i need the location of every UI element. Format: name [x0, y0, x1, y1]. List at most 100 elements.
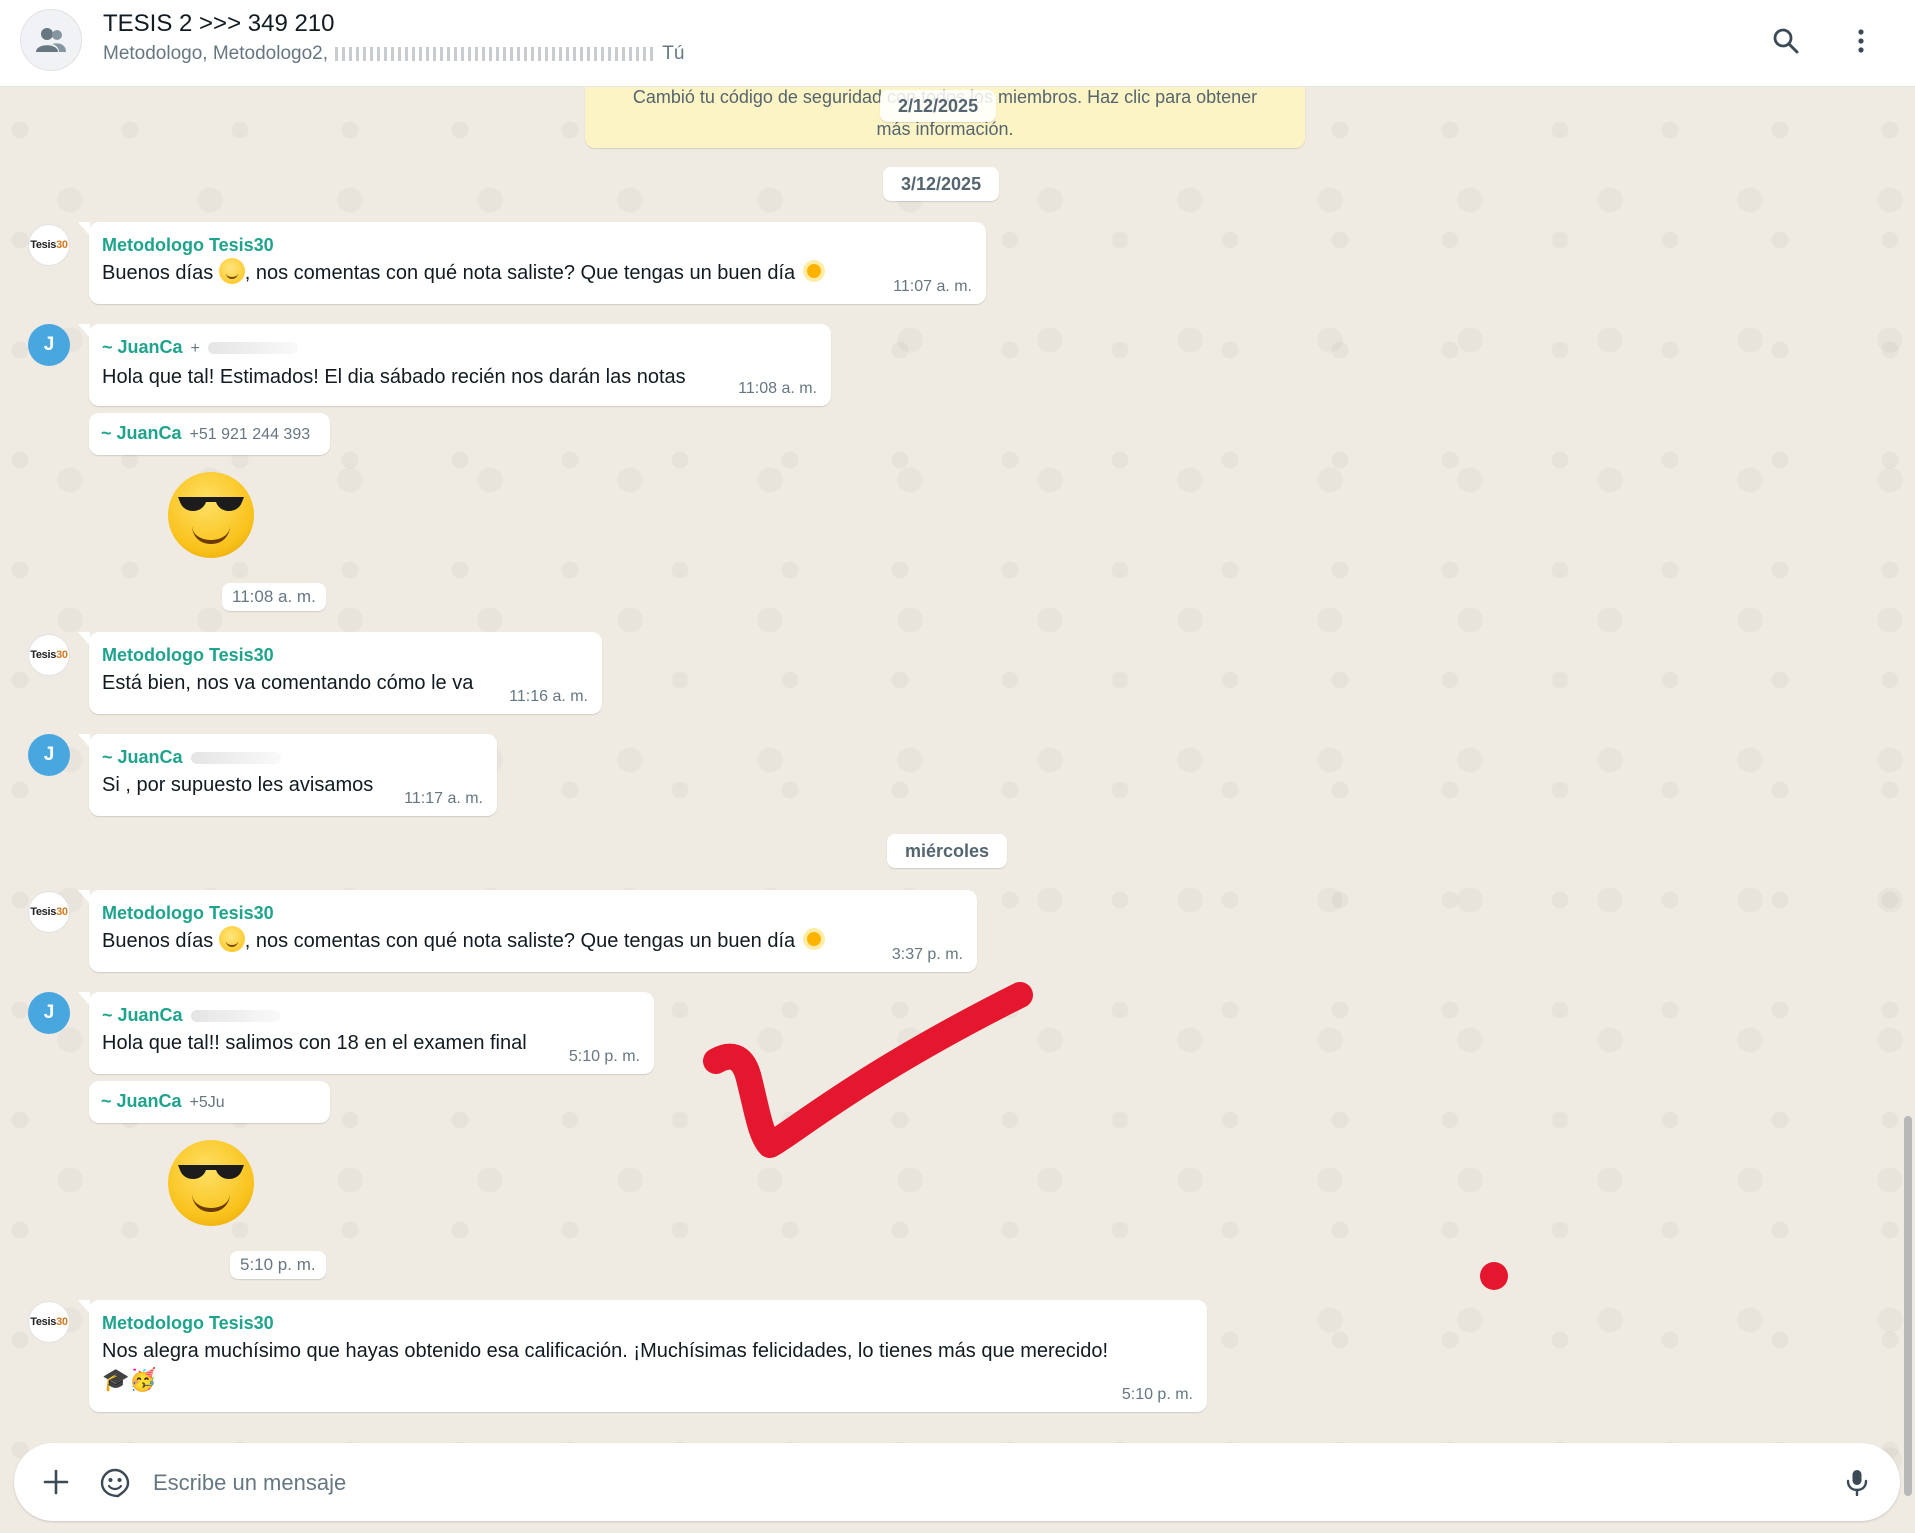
microphone-icon: [1846, 1470, 1868, 1496]
sunglasses-sticker-icon[interactable]: [168, 1140, 254, 1226]
smile-emoji-icon: [218, 926, 245, 952]
chat-participants[interactable]: Metodologo, Metodologo2, Tú: [103, 43, 684, 65]
sticker-sender-chip[interactable]: ~ JuanCa +51 921 244 393: [89, 413, 330, 455]
search-button[interactable]: [1765, 20, 1805, 60]
message-bubble[interactable]: ~ JuanCa Hola que tal!! salimos con 18 e…: [78, 992, 654, 1074]
sunglasses-icon: [178, 497, 244, 511]
more-vertical-icon: [1858, 29, 1864, 53]
group-icon: [36, 28, 66, 52]
avatar-label-accent: 30: [56, 1316, 68, 1328]
message-composer: [14, 1443, 1900, 1521]
text-part: , nos comentas con qué nota saliste? Que…: [244, 930, 801, 952]
date-separator: 3/12/2025: [883, 167, 1000, 201]
message-bubble[interactable]: Metodologo Tesis30 Nos alegra muchísimo …: [78, 1300, 1207, 1412]
message-bubble[interactable]: Metodologo Tesis30 Buenos días , nos com…: [78, 222, 986, 304]
attach-button[interactable]: [36, 1462, 76, 1502]
sun-emoji-icon: [801, 926, 827, 952]
redacted-participants: [335, 46, 656, 61]
menu-button[interactable]: [1840, 20, 1880, 60]
sender-label: ~ JuanCa: [101, 1091, 182, 1111]
redacted-phone: [190, 1010, 281, 1023]
sticker-time: 5:10 p. m.: [230, 1251, 326, 1279]
text-part: , nos comentas con qué nota saliste? Que…: [244, 262, 801, 284]
red-dot-annotation: [1480, 1262, 1508, 1290]
message-time: 11:08 a. m.: [738, 380, 817, 397]
date-separator: miércoles: [887, 834, 1008, 868]
chat-scrollbar[interactable]: [1901, 86, 1915, 1496]
sticker-time: 11:08 a. m.: [222, 583, 326, 611]
sticker-mouth: [192, 1194, 230, 1212]
juanca-avatar[interactable]: J: [28, 734, 70, 776]
redacted-phone: [207, 342, 298, 355]
sender-label: ~ JuanCa: [102, 1005, 183, 1025]
red-checkmark-annotation: [703, 982, 1033, 1158]
sender-label: ~ JuanCa: [102, 337, 183, 357]
sticker-button[interactable]: [94, 1462, 134, 1502]
avatar-label: Tesis: [30, 239, 57, 251]
message-bubble[interactable]: Metodologo Tesis30 Está bien, nos va com…: [78, 632, 602, 714]
sticker-sender-chip[interactable]: ~ JuanCa +5Ju: [89, 1081, 330, 1123]
message-bubble[interactable]: Metodologo Tesis30 Buenos días , nos com…: [78, 890, 977, 972]
tesis30-avatar[interactable]: Tesis30: [28, 1301, 70, 1343]
sender-phone: +5Ju: [189, 1094, 225, 1111]
avatar-label-accent: 30: [56, 239, 68, 251]
sender-name[interactable]: ~ JuanCa: [102, 744, 483, 770]
search-icon: [1773, 28, 1799, 54]
message-emoji-line: 🎓🥳: [102, 1367, 157, 1392]
sun-emoji-icon: [801, 258, 827, 284]
participants-prefix: Metodologo, Metodologo2,: [103, 43, 328, 64]
juanca-avatar[interactable]: J: [28, 992, 70, 1034]
smile-emoji-icon: [218, 258, 245, 284]
message-text: Nos alegra muchísimo que hayas obtenido …: [102, 1340, 1109, 1362]
sender-name[interactable]: ~ JuanCa +51 921 244 393: [101, 420, 318, 448]
sender-name[interactable]: Metodologo Tesis30: [102, 232, 972, 258]
message-text: Buenos días , nos comentas con qué nota …: [102, 258, 972, 288]
redacted-phone: [190, 752, 281, 765]
scrollbar-thumb[interactable]: [1904, 1116, 1912, 1496]
plus-icon: [43, 1469, 69, 1495]
avatar-label: Tesis: [30, 906, 57, 918]
message-text: Hola que tal!! salimos con 18 en el exam…: [102, 1032, 527, 1054]
sender-name[interactable]: Metodologo Tesis30: [102, 900, 963, 926]
avatar-label: Tesis: [30, 1316, 57, 1328]
text-part: Buenos días: [102, 930, 219, 952]
juanca-avatar[interactable]: J: [28, 324, 70, 366]
message-input[interactable]: [151, 1463, 1815, 1503]
sender-name[interactable]: Metodologo Tesis30: [102, 642, 588, 668]
sender-name[interactable]: ~ JuanCa +5Ju: [101, 1088, 318, 1116]
sender-name[interactable]: ~ JuanCa: [102, 1002, 640, 1028]
avatar-label: Tesis: [30, 649, 57, 661]
sender-name[interactable]: ~ JuanCa +: [102, 334, 817, 362]
message-time: 11:07 a. m.: [893, 278, 972, 295]
sunglasses-icon: [178, 1165, 244, 1179]
message-bubble[interactable]: ~ JuanCa + Hola que tal! Estimados! El di…: [78, 324, 831, 406]
message-text: Hola que tal! Estimados! El dia sábado r…: [102, 366, 686, 388]
message-time: 11:16 a. m.: [509, 688, 588, 705]
sender-label: ~ JuanCa: [101, 423, 182, 443]
message-text: Buenos días , nos comentas con qué nota …: [102, 926, 963, 956]
sender-phone: +51 921 244 393: [189, 426, 311, 443]
message-time: 5:10 p. m.: [1121, 1386, 1193, 1403]
group-avatar[interactable]: [20, 9, 82, 71]
sender-phone: +: [190, 340, 200, 357]
tesis30-avatar[interactable]: Tesis30: [28, 634, 70, 676]
tesis30-avatar[interactable]: Tesis30: [28, 891, 70, 933]
sender-label: ~ JuanCa: [102, 747, 183, 767]
chat-header: TESIS 2 >>> 349 210 Metodologo, Metodolo…: [0, 0, 1915, 87]
date-separator: 2/12/2025: [880, 90, 997, 122]
message-bubble[interactable]: ~ JuanCa Si , por supuesto les avisamos …: [78, 734, 497, 816]
sticker-mouth: [192, 526, 230, 544]
message-time: 3:37 p. m.: [891, 946, 963, 963]
participants-suffix: Tú: [662, 43, 685, 64]
sunglasses-sticker-icon[interactable]: [168, 472, 254, 558]
text-part: Buenos días: [102, 262, 219, 284]
avatar-label-accent: 30: [56, 649, 68, 661]
chat-title[interactable]: TESIS 2 >>> 349 210: [103, 10, 335, 38]
message-time: 11:17 a. m.: [404, 790, 483, 807]
message-time: 5:10 p. m.: [568, 1048, 640, 1065]
avatar-label-accent: 30: [56, 906, 68, 918]
sender-name[interactable]: Metodologo Tesis30: [102, 1310, 1193, 1336]
tesis30-avatar[interactable]: Tesis30: [28, 224, 70, 266]
sticker-icon: [100, 1468, 130, 1498]
voice-message-button[interactable]: [1837, 1462, 1877, 1502]
